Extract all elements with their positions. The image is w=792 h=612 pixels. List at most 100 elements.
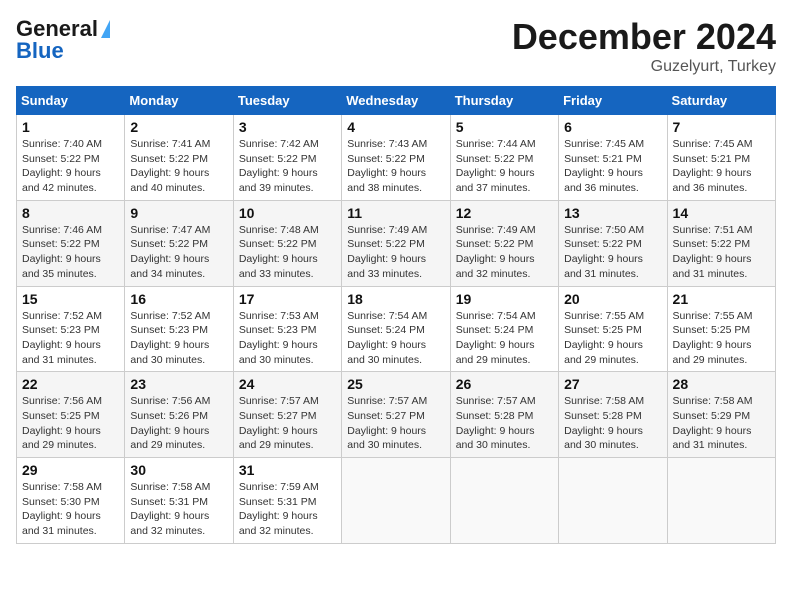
day-number: 24 [239,376,336,392]
day-number: 4 [347,119,444,135]
day-number: 2 [130,119,227,135]
calendar-cell: 16 Sunrise: 7:52 AM Sunset: 5:23 PM Dayl… [125,286,233,372]
calendar-cell: 15 Sunrise: 7:52 AM Sunset: 5:23 PM Dayl… [17,286,125,372]
day-info: Sunrise: 7:54 AM Sunset: 5:24 PM Dayligh… [456,309,553,368]
day-info: Sunrise: 7:55 AM Sunset: 5:25 PM Dayligh… [673,309,770,368]
day-info: Sunrise: 7:41 AM Sunset: 5:22 PM Dayligh… [130,137,227,196]
day-number: 29 [22,462,119,478]
weekday-header-thursday: Thursday [450,87,558,115]
day-number: 15 [22,291,119,307]
day-number: 20 [564,291,661,307]
day-info: Sunrise: 7:47 AM Sunset: 5:22 PM Dayligh… [130,223,227,282]
calendar-cell: 8 Sunrise: 7:46 AM Sunset: 5:22 PM Dayli… [17,200,125,286]
logo-triangle-icon [101,20,110,38]
day-info: Sunrise: 7:42 AM Sunset: 5:22 PM Dayligh… [239,137,336,196]
day-number: 9 [130,205,227,221]
day-info: Sunrise: 7:49 AM Sunset: 5:22 PM Dayligh… [347,223,444,282]
day-info: Sunrise: 7:58 AM Sunset: 5:29 PM Dayligh… [673,394,770,453]
calendar-cell: 2 Sunrise: 7:41 AM Sunset: 5:22 PM Dayli… [125,115,233,201]
calendar-week-1: 1 Sunrise: 7:40 AM Sunset: 5:22 PM Dayli… [17,115,776,201]
day-number: 18 [347,291,444,307]
day-number: 26 [456,376,553,392]
calendar-cell [342,458,450,544]
weekday-header-saturday: Saturday [667,87,775,115]
day-info: Sunrise: 7:57 AM Sunset: 5:27 PM Dayligh… [239,394,336,453]
day-number: 23 [130,376,227,392]
calendar-week-4: 22 Sunrise: 7:56 AM Sunset: 5:25 PM Dayl… [17,372,776,458]
calendar-week-5: 29 Sunrise: 7:58 AM Sunset: 5:30 PM Dayl… [17,458,776,544]
day-number: 28 [673,376,770,392]
weekday-header-tuesday: Tuesday [233,87,341,115]
day-number: 5 [456,119,553,135]
calendar-cell: 29 Sunrise: 7:58 AM Sunset: 5:30 PM Dayl… [17,458,125,544]
day-info: Sunrise: 7:57 AM Sunset: 5:28 PM Dayligh… [456,394,553,453]
day-info: Sunrise: 7:49 AM Sunset: 5:22 PM Dayligh… [456,223,553,282]
logo: General Blue [16,16,110,64]
calendar-cell: 22 Sunrise: 7:56 AM Sunset: 5:25 PM Dayl… [17,372,125,458]
calendar-cell: 11 Sunrise: 7:49 AM Sunset: 5:22 PM Dayl… [342,200,450,286]
calendar-cell: 6 Sunrise: 7:45 AM Sunset: 5:21 PM Dayli… [559,115,667,201]
day-number: 7 [673,119,770,135]
calendar-cell: 3 Sunrise: 7:42 AM Sunset: 5:22 PM Dayli… [233,115,341,201]
calendar-cell: 23 Sunrise: 7:56 AM Sunset: 5:26 PM Dayl… [125,372,233,458]
calendar-week-2: 8 Sunrise: 7:46 AM Sunset: 5:22 PM Dayli… [17,200,776,286]
calendar-cell: 31 Sunrise: 7:59 AM Sunset: 5:31 PM Dayl… [233,458,341,544]
calendar-cell: 4 Sunrise: 7:43 AM Sunset: 5:22 PM Dayli… [342,115,450,201]
calendar-cell [450,458,558,544]
day-number: 11 [347,205,444,221]
day-info: Sunrise: 7:48 AM Sunset: 5:22 PM Dayligh… [239,223,336,282]
calendar-cell: 14 Sunrise: 7:51 AM Sunset: 5:22 PM Dayl… [667,200,775,286]
weekday-header-wednesday: Wednesday [342,87,450,115]
day-number: 13 [564,205,661,221]
calendar-cell [667,458,775,544]
day-info: Sunrise: 7:53 AM Sunset: 5:23 PM Dayligh… [239,309,336,368]
day-info: Sunrise: 7:54 AM Sunset: 5:24 PM Dayligh… [347,309,444,368]
day-number: 27 [564,376,661,392]
day-number: 21 [673,291,770,307]
calendar-cell: 30 Sunrise: 7:58 AM Sunset: 5:31 PM Dayl… [125,458,233,544]
day-number: 22 [22,376,119,392]
day-number: 12 [456,205,553,221]
day-info: Sunrise: 7:59 AM Sunset: 5:31 PM Dayligh… [239,480,336,539]
calendar-cell: 17 Sunrise: 7:53 AM Sunset: 5:23 PM Dayl… [233,286,341,372]
month-title: December 2024 [512,16,776,58]
logo-blue: Blue [16,38,64,64]
day-number: 17 [239,291,336,307]
weekday-header-sunday: Sunday [17,87,125,115]
day-info: Sunrise: 7:45 AM Sunset: 5:21 PM Dayligh… [564,137,661,196]
calendar-table: SundayMondayTuesdayWednesdayThursdayFrid… [16,86,776,544]
calendar-week-3: 15 Sunrise: 7:52 AM Sunset: 5:23 PM Dayl… [17,286,776,372]
day-info: Sunrise: 7:45 AM Sunset: 5:21 PM Dayligh… [673,137,770,196]
day-number: 25 [347,376,444,392]
weekday-header-friday: Friday [559,87,667,115]
day-number: 14 [673,205,770,221]
page-header: General Blue December 2024 Guzelyurt, Tu… [16,16,776,76]
location-subtitle: Guzelyurt, Turkey [512,58,776,76]
day-info: Sunrise: 7:58 AM Sunset: 5:30 PM Dayligh… [22,480,119,539]
day-info: Sunrise: 7:44 AM Sunset: 5:22 PM Dayligh… [456,137,553,196]
day-number: 3 [239,119,336,135]
weekday-header-monday: Monday [125,87,233,115]
day-number: 10 [239,205,336,221]
day-info: Sunrise: 7:43 AM Sunset: 5:22 PM Dayligh… [347,137,444,196]
calendar-cell: 5 Sunrise: 7:44 AM Sunset: 5:22 PM Dayli… [450,115,558,201]
day-number: 30 [130,462,227,478]
calendar-cell: 25 Sunrise: 7:57 AM Sunset: 5:27 PM Dayl… [342,372,450,458]
calendar-cell: 1 Sunrise: 7:40 AM Sunset: 5:22 PM Dayli… [17,115,125,201]
day-number: 6 [564,119,661,135]
day-info: Sunrise: 7:58 AM Sunset: 5:31 PM Dayligh… [130,480,227,539]
day-info: Sunrise: 7:40 AM Sunset: 5:22 PM Dayligh… [22,137,119,196]
day-number: 31 [239,462,336,478]
day-number: 19 [456,291,553,307]
calendar-cell: 27 Sunrise: 7:58 AM Sunset: 5:28 PM Dayl… [559,372,667,458]
day-info: Sunrise: 7:55 AM Sunset: 5:25 PM Dayligh… [564,309,661,368]
day-number: 1 [22,119,119,135]
day-info: Sunrise: 7:56 AM Sunset: 5:25 PM Dayligh… [22,394,119,453]
day-info: Sunrise: 7:46 AM Sunset: 5:22 PM Dayligh… [22,223,119,282]
day-info: Sunrise: 7:57 AM Sunset: 5:27 PM Dayligh… [347,394,444,453]
calendar-cell [559,458,667,544]
title-block: December 2024 Guzelyurt, Turkey [512,16,776,76]
calendar-cell: 20 Sunrise: 7:55 AM Sunset: 5:25 PM Dayl… [559,286,667,372]
calendar-cell: 24 Sunrise: 7:57 AM Sunset: 5:27 PM Dayl… [233,372,341,458]
calendar-cell: 21 Sunrise: 7:55 AM Sunset: 5:25 PM Dayl… [667,286,775,372]
